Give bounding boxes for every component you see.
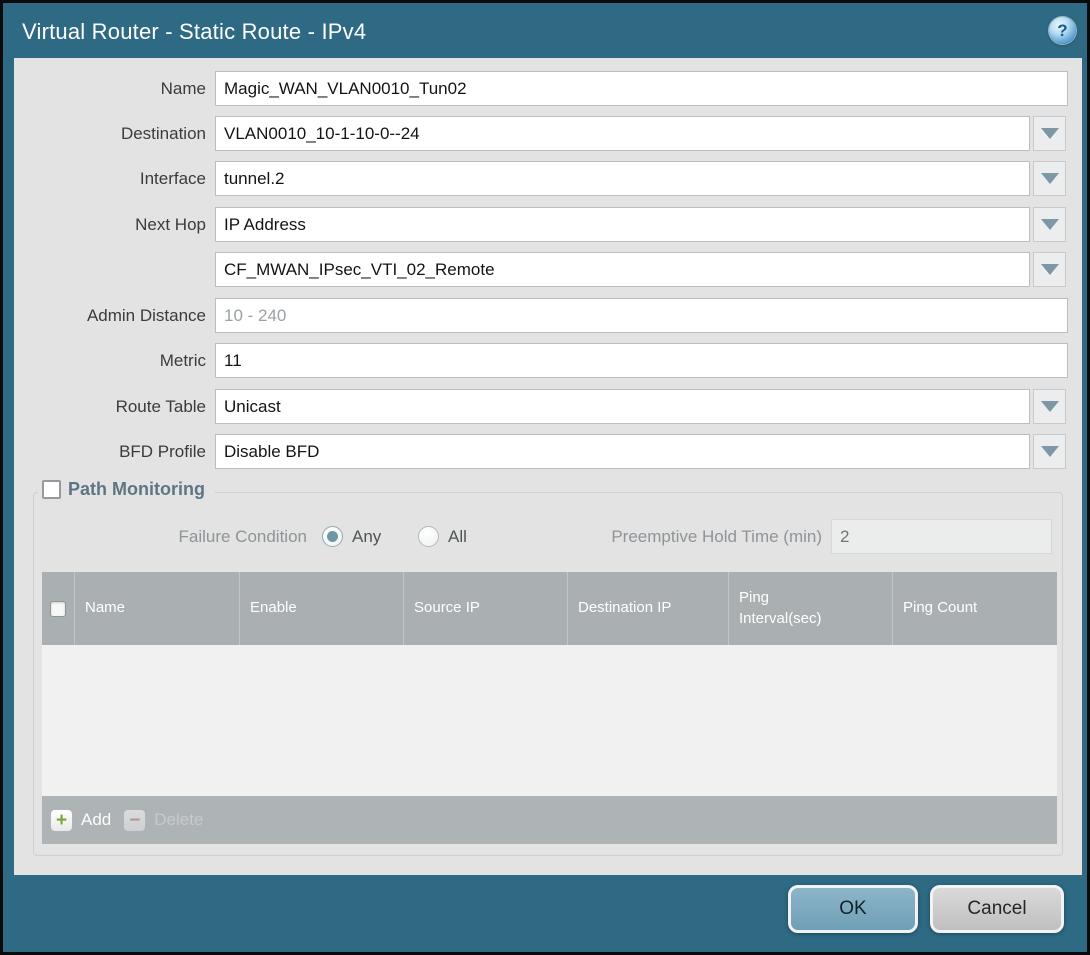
- destination-dropdown-button[interactable]: [1033, 116, 1066, 151]
- path-monitoring-table: Name Enable Source IP Destination IP Pin…: [42, 572, 1057, 844]
- chevron-down-icon: [1041, 219, 1059, 230]
- chevron-down-icon: [1041, 264, 1059, 275]
- metric-input[interactable]: [215, 343, 1068, 378]
- next-hop-label: Next Hop: [14, 207, 206, 242]
- bfd-profile-label: BFD Profile: [14, 434, 206, 469]
- metric-label: Metric: [14, 343, 206, 378]
- path-monitoring-section: Path Monitoring Failure Condition Any Al…: [33, 492, 1063, 856]
- admin-distance-input[interactable]: [215, 298, 1068, 333]
- path-monitoring-legend: Path Monitoring: [38, 479, 215, 500]
- add-button[interactable]: + Add: [50, 809, 111, 832]
- next-hop-type-dropdown-button[interactable]: [1033, 207, 1066, 242]
- table-header-row: Name Enable Source IP Destination IP Pin…: [42, 572, 1057, 645]
- failure-condition-label: Failure Condition: [34, 519, 307, 554]
- table-body-empty[interactable]: [42, 645, 1057, 796]
- column-header-name[interactable]: Name: [75, 572, 240, 645]
- destination-label: Destination: [14, 116, 206, 151]
- chevron-down-icon: [1041, 173, 1059, 184]
- static-route-dialog: Virtual Router - Static Route - IPv4 ? N…: [0, 0, 1090, 955]
- failure-condition-all-label: All: [448, 519, 467, 554]
- destination-input[interactable]: [215, 116, 1030, 151]
- next-hop-address-input[interactable]: [215, 252, 1030, 287]
- ok-button[interactable]: OK: [788, 885, 918, 933]
- path-monitoring-checkbox[interactable]: [42, 480, 61, 499]
- add-button-label: Add: [81, 810, 111, 830]
- delete-button-label: Delete: [154, 810, 203, 830]
- help-icon[interactable]: ?: [1049, 17, 1076, 44]
- column-header-enable[interactable]: Enable: [240, 572, 404, 645]
- plus-icon: +: [56, 811, 67, 830]
- delete-button[interactable]: − Delete: [123, 809, 203, 832]
- path-monitoring-title: Path Monitoring: [68, 479, 205, 500]
- failure-condition-any-label: Any: [352, 519, 381, 554]
- select-all-checkbox[interactable]: [50, 601, 66, 617]
- route-table-input[interactable]: [215, 389, 1030, 424]
- chevron-down-icon: [1041, 401, 1059, 412]
- cancel-button[interactable]: Cancel: [930, 885, 1064, 933]
- preemptive-hold-time-label: Preemptive Hold Time (min): [522, 519, 822, 554]
- preemptive-hold-time-input[interactable]: [831, 519, 1052, 554]
- interface-label: Interface: [14, 161, 206, 196]
- name-label: Name: [14, 71, 206, 106]
- table-toolbar: + Add − Delete: [42, 796, 1057, 844]
- failure-condition-all-radio[interactable]: [418, 526, 439, 547]
- column-header-source-ip[interactable]: Source IP: [404, 572, 568, 645]
- name-input[interactable]: [215, 71, 1068, 106]
- next-hop-address-dropdown-button[interactable]: [1033, 252, 1066, 287]
- interface-dropdown-button[interactable]: [1033, 161, 1066, 196]
- bfd-profile-input[interactable]: [215, 434, 1030, 469]
- interface-input[interactable]: [215, 161, 1030, 196]
- failure-condition-any-radio[interactable]: [322, 526, 343, 547]
- chevron-down-icon: [1041, 446, 1059, 457]
- minus-icon: −: [129, 811, 140, 830]
- admin-distance-label: Admin Distance: [14, 298, 206, 333]
- column-header-ping-interval-text: Ping Interval(sec): [739, 588, 835, 629]
- route-table-dropdown-button[interactable]: [1033, 389, 1066, 424]
- column-header-destination-ip[interactable]: Destination IP: [568, 572, 729, 645]
- column-header-ping-count[interactable]: Ping Count: [893, 572, 1057, 645]
- chevron-down-icon: [1041, 128, 1059, 139]
- table-header-checkbox-cell: [42, 572, 75, 645]
- next-hop-type-input[interactable]: [215, 207, 1030, 242]
- column-header-ping-interval[interactable]: Ping Interval(sec): [729, 572, 893, 645]
- dialog-body: Name Destination Interface Next Hop Admi…: [14, 58, 1082, 875]
- dialog-title: Virtual Router - Static Route - IPv4: [22, 19, 366, 45]
- bfd-profile-dropdown-button[interactable]: [1033, 434, 1066, 469]
- route-table-label: Route Table: [14, 389, 206, 424]
